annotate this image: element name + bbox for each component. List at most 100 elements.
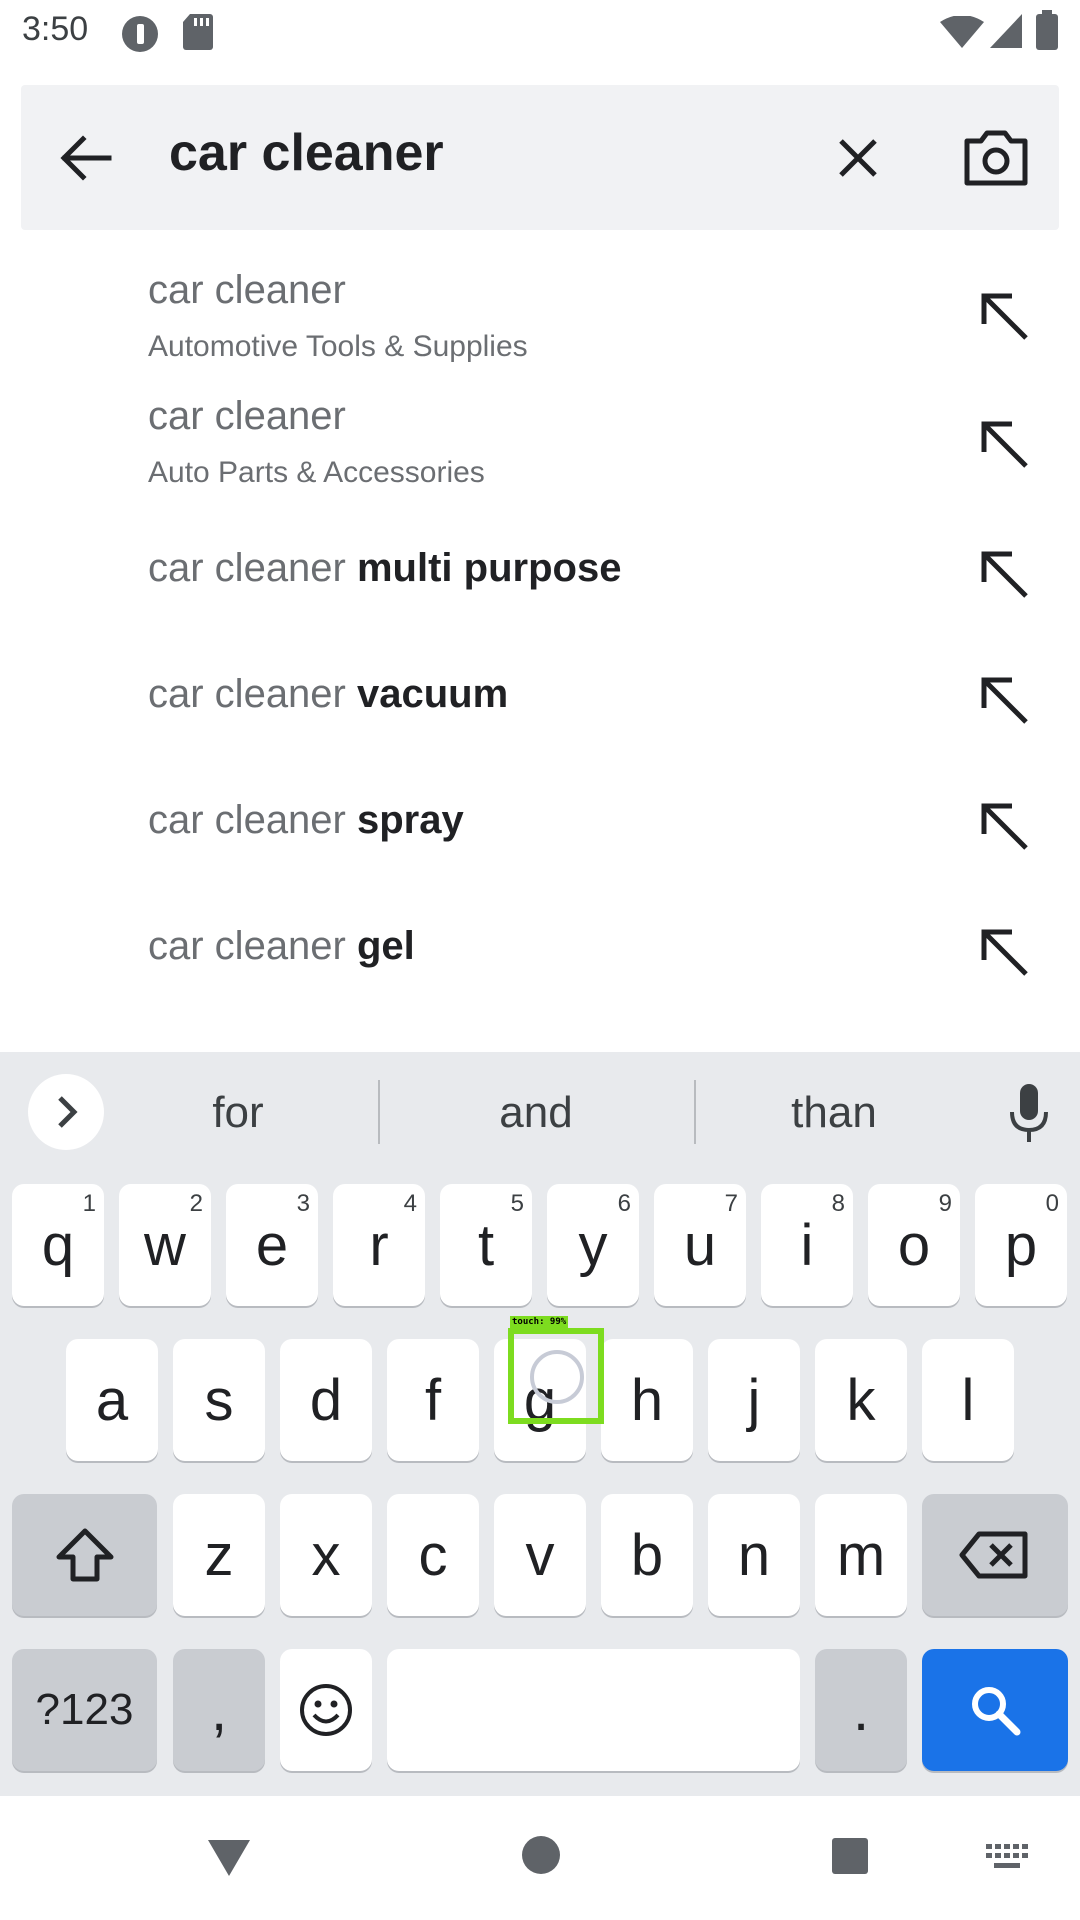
emoji-icon bbox=[300, 1684, 352, 1736]
key-z[interactable]: z bbox=[173, 1494, 265, 1616]
microphone-icon[interactable] bbox=[1004, 1082, 1054, 1146]
divider bbox=[378, 1080, 380, 1144]
emoji-key[interactable] bbox=[280, 1649, 372, 1771]
expand-toolbar-icon[interactable] bbox=[26, 1072, 106, 1152]
key-label: q bbox=[41, 1212, 75, 1278]
key-label: e bbox=[255, 1212, 289, 1278]
shift-icon bbox=[56, 1528, 113, 1582]
key-v[interactable]: v bbox=[494, 1494, 586, 1616]
suggestion-bold-text: spray bbox=[356, 798, 464, 842]
key-k[interactable]: k bbox=[815, 1339, 907, 1461]
fill-query-arrow-icon[interactable] bbox=[976, 546, 1032, 602]
key-h[interactable]: h bbox=[601, 1339, 693, 1461]
suggestion-item[interactable]: car cleaner vacuum bbox=[0, 638, 1080, 764]
key-hint: 9 bbox=[938, 1190, 952, 1217]
key-label: t bbox=[477, 1212, 495, 1278]
key-t[interactable]: t5 bbox=[440, 1184, 532, 1306]
key-u[interactable]: u7 bbox=[654, 1184, 746, 1306]
back-arrow-icon[interactable] bbox=[53, 125, 119, 191]
fill-query-arrow-icon[interactable] bbox=[976, 672, 1032, 728]
key-d[interactable]: d bbox=[280, 1339, 372, 1461]
key-label: p bbox=[1004, 1212, 1038, 1278]
key-hint: 5 bbox=[510, 1190, 524, 1217]
suggestion-bold-text: gel bbox=[356, 924, 415, 968]
app-notification-icon bbox=[122, 16, 158, 52]
suggestion-category: Auto Parts & Accessories bbox=[148, 456, 485, 489]
key-e[interactable]: e3 bbox=[226, 1184, 318, 1306]
key-c[interactable]: c bbox=[387, 1494, 479, 1616]
space-key[interactable] bbox=[387, 1649, 800, 1771]
wifi-icon bbox=[940, 16, 984, 48]
key-label: o bbox=[897, 1212, 931, 1278]
divider bbox=[694, 1080, 696, 1144]
keyboard-suggestion-word[interactable]: than bbox=[714, 1088, 954, 1138]
shift-key[interactable] bbox=[12, 1494, 157, 1616]
key-label: i bbox=[800, 1212, 814, 1278]
home-nav-icon[interactable] bbox=[520, 1834, 562, 1876]
key-q[interactable]: q1 bbox=[12, 1184, 104, 1306]
period-key[interactable]: . bbox=[815, 1649, 907, 1771]
recents-nav-icon[interactable] bbox=[830, 1836, 870, 1876]
key-y[interactable]: y6 bbox=[547, 1184, 639, 1306]
suggestion-bold-text: vacuum bbox=[356, 672, 509, 716]
key-o[interactable]: o9 bbox=[868, 1184, 960, 1306]
suggestion-item[interactable]: car cleaner Automotive Tools & Supplies bbox=[0, 258, 1080, 384]
fill-query-arrow-icon[interactable] bbox=[976, 416, 1032, 472]
key-hint: 2 bbox=[189, 1190, 203, 1217]
fill-query-arrow-icon[interactable] bbox=[976, 798, 1032, 854]
keyboard-suggestion-strip: for and than bbox=[0, 1052, 1080, 1172]
touch-indicator bbox=[508, 1328, 604, 1424]
suggestion-item[interactable]: car cleaner spray bbox=[0, 764, 1080, 890]
key-label: r bbox=[369, 1212, 389, 1278]
suggestion-text: car cleaner bbox=[148, 394, 346, 438]
key-n[interactable]: n bbox=[708, 1494, 800, 1616]
touch-label: touch: 99% bbox=[510, 1316, 569, 1328]
suggestion-category: Automotive Tools & Supplies bbox=[148, 330, 528, 363]
keyboard-suggestion-word[interactable]: for bbox=[118, 1088, 358, 1138]
battery-icon bbox=[1036, 10, 1058, 50]
key-hint: 0 bbox=[1045, 1190, 1059, 1217]
search-input[interactable]: car cleaner bbox=[169, 123, 444, 183]
suggestion-item[interactable]: car cleaner Auto Parts & Accessories bbox=[0, 384, 1080, 510]
key-w[interactable]: w2 bbox=[119, 1184, 211, 1306]
key-l[interactable]: l bbox=[922, 1339, 1014, 1461]
symbols-key[interactable]: ?123 bbox=[12, 1649, 157, 1771]
key-i[interactable]: i8 bbox=[761, 1184, 853, 1306]
key-hint: 4 bbox=[403, 1190, 417, 1217]
suggestion-text: car cleaner bbox=[148, 546, 357, 590]
key-hint: 8 bbox=[831, 1190, 845, 1217]
key-hint: 7 bbox=[724, 1190, 738, 1217]
suggestion-text: car cleaner bbox=[148, 672, 357, 716]
key-x[interactable]: x bbox=[280, 1494, 372, 1616]
camera-icon[interactable] bbox=[961, 125, 1031, 191]
search-bar: car cleaner bbox=[21, 85, 1059, 230]
fill-query-arrow-icon[interactable] bbox=[976, 288, 1032, 344]
suggestion-text: car cleaner bbox=[148, 924, 357, 968]
key-label: u bbox=[683, 1212, 717, 1278]
back-nav-icon[interactable] bbox=[206, 1836, 252, 1880]
suggestion-item[interactable]: car cleaner gel bbox=[0, 890, 1080, 1016]
key-label: y bbox=[578, 1212, 608, 1278]
search-icon bbox=[972, 1687, 1021, 1736]
key-p[interactable]: p0 bbox=[975, 1184, 1067, 1306]
suggestion-text: car cleaner bbox=[148, 268, 346, 312]
key-s[interactable]: s bbox=[173, 1339, 265, 1461]
key-hint: 3 bbox=[296, 1190, 310, 1217]
fill-query-arrow-icon[interactable] bbox=[976, 924, 1032, 980]
touch-circle bbox=[530, 1350, 584, 1404]
keyboard-switch-icon[interactable] bbox=[986, 1844, 1030, 1874]
key-label: w bbox=[144, 1212, 186, 1278]
key-f[interactable]: f bbox=[387, 1339, 479, 1461]
clear-icon[interactable] bbox=[825, 125, 891, 191]
comma-key[interactable]: , bbox=[173, 1649, 265, 1771]
key-m[interactable]: m bbox=[815, 1494, 907, 1616]
key-b[interactable]: b bbox=[601, 1494, 693, 1616]
search-key[interactable] bbox=[922, 1649, 1068, 1771]
suggestion-text: car cleaner bbox=[148, 798, 357, 842]
key-a[interactable]: a bbox=[66, 1339, 158, 1461]
key-j[interactable]: j bbox=[708, 1339, 800, 1461]
suggestion-item[interactable]: car cleaner multi purpose bbox=[0, 512, 1080, 638]
key-r[interactable]: r4 bbox=[333, 1184, 425, 1306]
keyboard-suggestion-word[interactable]: and bbox=[416, 1088, 656, 1138]
backspace-key[interactable] bbox=[922, 1494, 1068, 1616]
